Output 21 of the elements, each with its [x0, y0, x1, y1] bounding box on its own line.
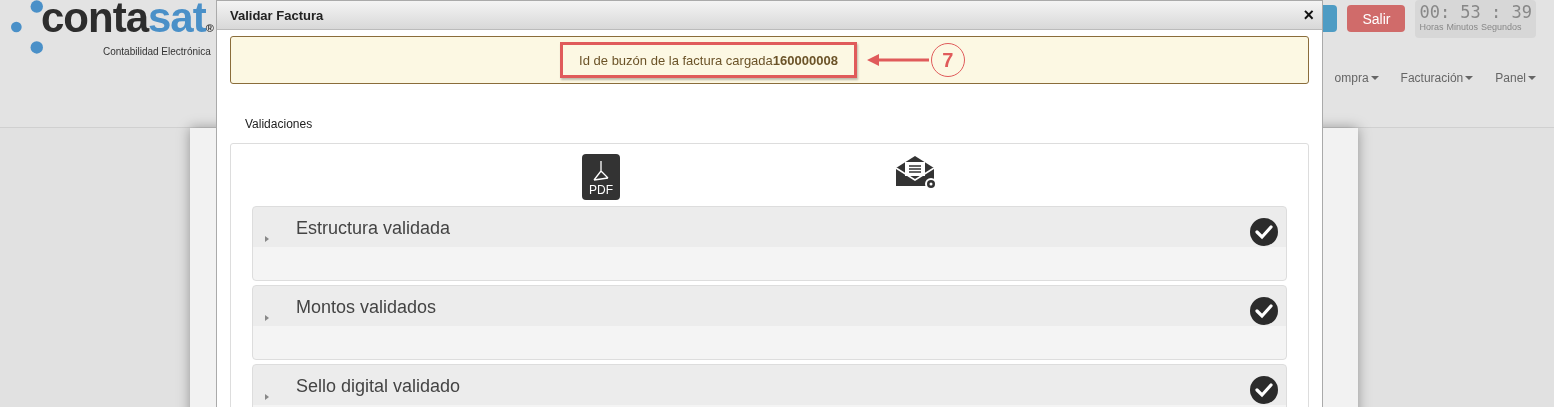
accordion-item[interactable]: Sello digital validado: [252, 364, 1287, 407]
accordion-title: Montos validados: [296, 297, 438, 318]
clock-unit-label: Segundos: [1480, 22, 1522, 32]
clock-unit-label: Minutos: [1446, 22, 1478, 32]
logo-tagline: Contabilidad Electrónica: [102, 46, 212, 57]
clock-unit-label: Horas: [1419, 22, 1444, 32]
close-button[interactable]: ×: [1303, 6, 1314, 24]
accordion-title: Estructura validada: [296, 218, 452, 239]
nav-menu-item[interactable]: ompra: [1334, 71, 1379, 85]
nav-menu-item[interactable]: Facturación: [1400, 71, 1474, 85]
accordion-item[interactable]: Estructura validada: [252, 206, 1287, 281]
logout-button[interactable]: Salir: [1347, 5, 1406, 32]
pdf-icon: PDF: [581, 154, 620, 200]
clock-time: 00: 53 : 39: [1419, 2, 1532, 22]
modal-title: Validar Factura: [230, 7, 324, 23]
accordion-title: Sello digital validado: [296, 376, 462, 397]
accordion-item[interactable]: Montos validados: [252, 285, 1287, 360]
tab[interactable]: Validaciones: [230, 84, 1309, 143]
logo-wordmark: contasat®: [41, 0, 213, 43]
nav-menu-item[interactable]: Panel: [1495, 71, 1536, 85]
alert-text: Id de buzón de la factura cargada160000008: [579, 53, 838, 68]
